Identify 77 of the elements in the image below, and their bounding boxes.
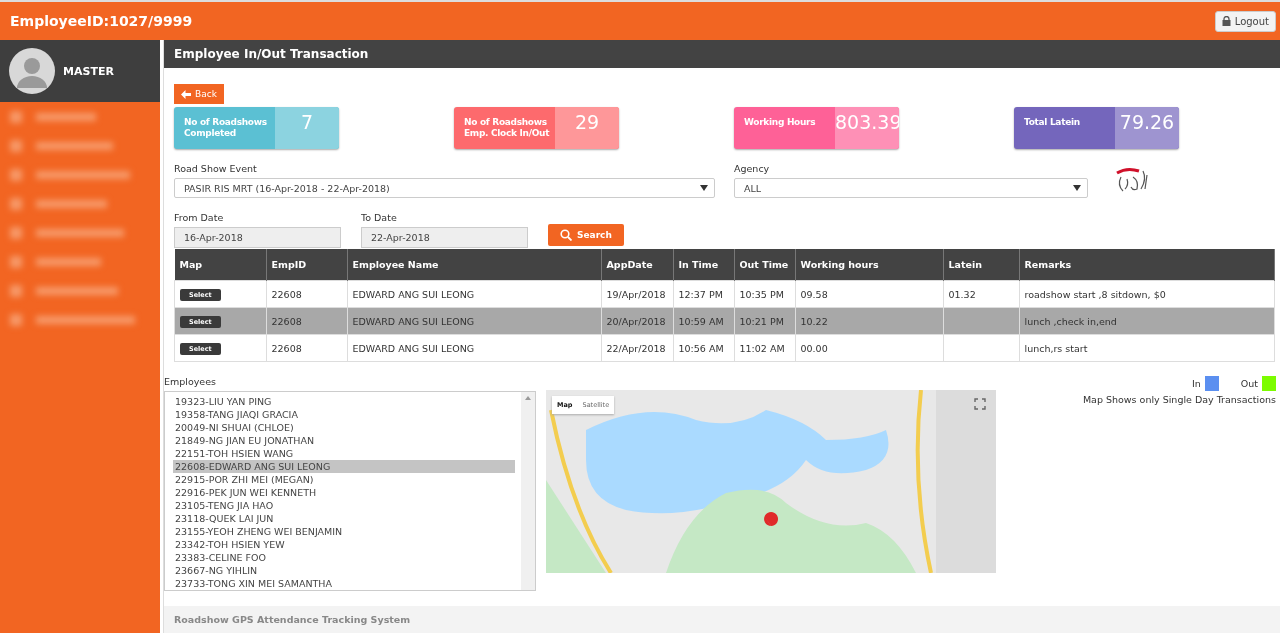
- event-dropdown[interactable]: PASIR RIS MRT (16-Apr-2018 - 22-Apr-2018): [174, 178, 715, 198]
- employee-item[interactable]: 23667-NG YIHLIN: [173, 564, 515, 577]
- table-cell: EDWARD ANG SUI LEONG: [352, 315, 475, 327]
- table-cell: lunch,rs start: [1024, 342, 1088, 354]
- arrow-left-icon: [181, 89, 191, 99]
- employee-item[interactable]: 23342-TOH HSIEN YEW: [173, 538, 515, 551]
- employee-item[interactable]: 19358-TANG JIAQI GRACIA: [173, 408, 515, 421]
- table-cell: 09.58: [800, 288, 828, 300]
- table-cell: 10:59 AM: [678, 315, 724, 327]
- avatar-icon: [9, 48, 55, 94]
- employee-item[interactable]: 23105-TENG JIA HAO: [173, 499, 515, 512]
- column-header: Working hours: [795, 249, 943, 281]
- column-header: Out Time: [734, 249, 795, 281]
- to-date-field[interactable]: 22-Apr-2018: [361, 227, 528, 248]
- column-header: Remarks: [1019, 249, 1275, 281]
- table-cell: EDWARD ANG SUI LEONG: [352, 342, 475, 354]
- employee-item[interactable]: 20049-NI SHUAI (CHLOE): [173, 421, 515, 434]
- table-cell: 10:21 PM: [739, 315, 784, 327]
- stat-value: 79.26: [1115, 107, 1179, 149]
- table-cell: EDWARD ANG SUI LEONG: [352, 288, 475, 300]
- column-header: AppDate: [601, 249, 673, 281]
- field-label: Road Show Event: [174, 163, 258, 174]
- table-cell: 20/Apr/2018: [606, 315, 666, 327]
- employee-item[interactable]: 22608-EDWARD ANG SUI LEONG: [173, 460, 515, 473]
- from-date-field[interactable]: 16-Apr-2018: [174, 227, 341, 248]
- employee-item[interactable]: 23383-CELINE FOO: [173, 551, 515, 564]
- stat-label: Total Latein: [1023, 116, 1081, 129]
- table-cell: 22/Apr/2018: [606, 342, 666, 354]
- column-header: Latein: [943, 249, 1019, 281]
- fullscreen-icon[interactable]: [974, 398, 986, 410]
- table-cell: 22608: [271, 342, 302, 354]
- column-header: Map: [174, 249, 266, 281]
- table-cell: 10:56 AM: [678, 342, 724, 354]
- agency-dropdown[interactable]: ALL: [734, 178, 1088, 198]
- app-title: EmployeeID:1027/9999: [10, 13, 193, 29]
- employee-item[interactable]: 22915-POR ZHI MEI (MEGAN): [173, 473, 515, 486]
- employee-item[interactable]: 21849-NG JIAN EU JONATHAN: [173, 434, 515, 447]
- employee-item[interactable]: 22916-PEK JUN WEI KENNETH: [173, 486, 515, 499]
- column-header: In Time: [673, 249, 734, 281]
- column-header: EmpID: [266, 249, 347, 281]
- list-label: Employees: [164, 376, 217, 387]
- legend-label: In: [1191, 378, 1201, 389]
- stat-label: No of Roadshows Emp. Clock In/Out: [463, 116, 551, 140]
- table-cell: 22608: [271, 315, 302, 327]
- stat-value: 7: [275, 107, 339, 149]
- table-cell: 10:35 PM: [739, 288, 784, 300]
- table-cell: 00.00: [800, 342, 828, 354]
- stat-label: No of Roadshows Completed: [183, 116, 268, 140]
- scroll-bar[interactable]: [521, 392, 535, 590]
- stat-value: 29: [555, 107, 619, 149]
- map-note: Map Shows only Single Day Transactions: [1082, 394, 1276, 405]
- employee-item[interactable]: 23733-TONG XIN MEI SAMANTHA: [173, 577, 515, 590]
- footer-text: Roadshow GPS Attendance Tracking System: [174, 614, 411, 625]
- user-name: MASTER: [63, 64, 114, 78]
- table-cell: 22608: [271, 288, 302, 300]
- table-cell: lunch ,check in,end: [1024, 315, 1117, 327]
- table-cell: roadshow start ,8 sitdown, $0: [1024, 288, 1166, 300]
- search-icon: [560, 229, 572, 241]
- employee-item[interactable]: 19323-LIU YAN PING: [173, 395, 515, 408]
- stat-label: Working Hours: [743, 116, 817, 129]
- employee-item[interactable]: 23118-QUEK LAI JUN: [173, 512, 515, 525]
- table-cell: 11:02 AM: [739, 342, 785, 354]
- lock-icon: [1221, 16, 1231, 26]
- column-header: Employee Name: [347, 249, 601, 281]
- field-label: From Date: [174, 212, 225, 223]
- field-label: Agency: [734, 163, 771, 174]
- table-cell: 19/Apr/2018: [606, 288, 666, 300]
- table-cell: 01.32: [948, 288, 976, 300]
- page-title: Employee In/Out Transaction: [174, 47, 369, 61]
- table-cell: 10.22: [800, 315, 828, 327]
- legend-label: Out: [1240, 378, 1258, 389]
- employee-list[interactable]: [164, 391, 536, 591]
- field-label: To Date: [361, 212, 398, 223]
- employee-item[interactable]: 22151-TOH HSIEN WANG: [173, 447, 515, 460]
- logout-button[interactable]: Logout: [1214, 10, 1276, 32]
- table-cell: 12:37 PM: [678, 288, 723, 300]
- employee-item[interactable]: 23155-YEOH ZHENG WEI BENJAMIN: [173, 525, 515, 538]
